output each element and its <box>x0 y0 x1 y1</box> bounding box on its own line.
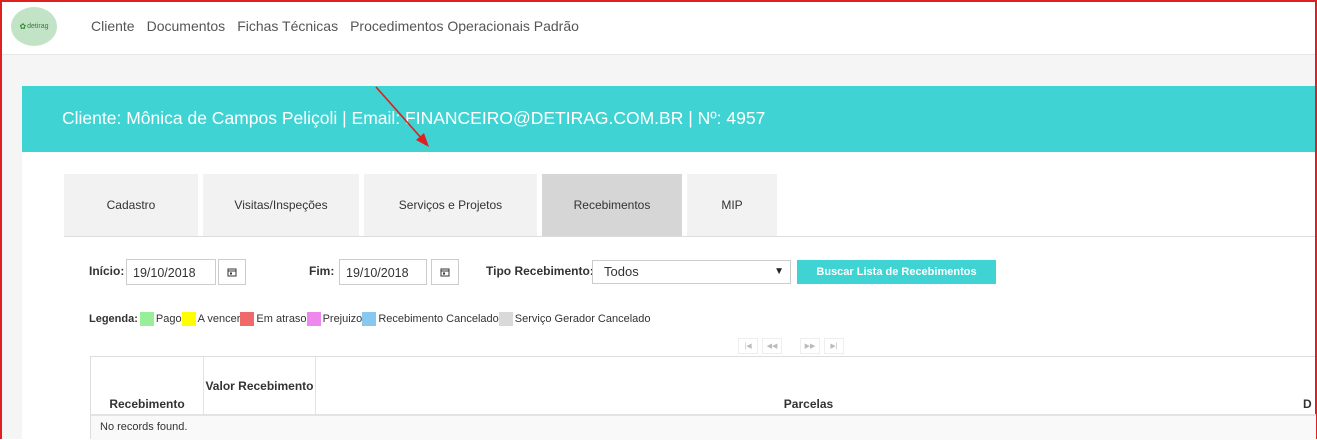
annotation-arrow <box>375 86 429 147</box>
annotation-arrow-line <box>375 86 424 141</box>
